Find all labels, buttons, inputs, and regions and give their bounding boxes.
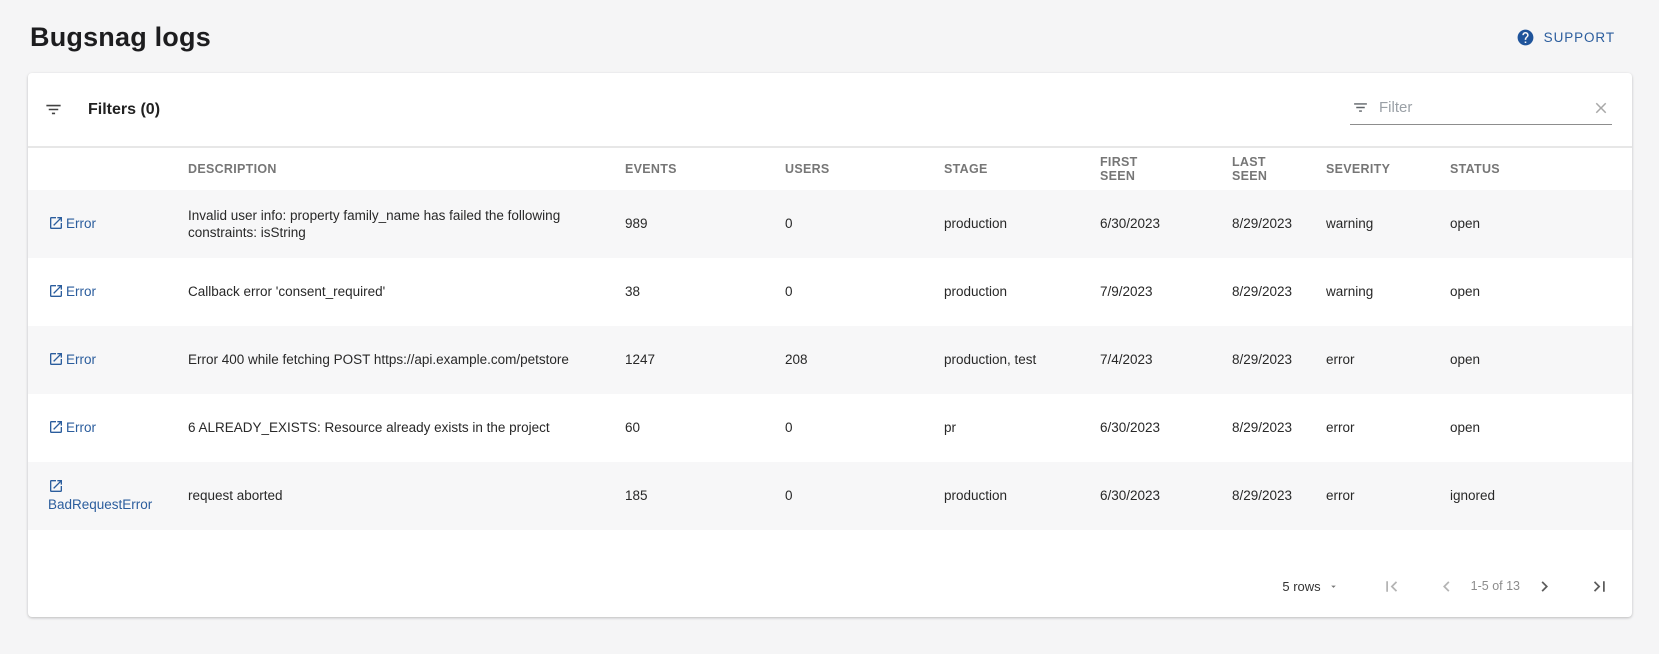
events-cell: 1247 [625,326,785,394]
table-row: BadRequestError request aborted 185 0 pr… [28,462,1632,530]
description-cell: 6 ALREADY_EXISTS: Resource already exist… [188,394,625,462]
column-header-link [28,148,188,190]
status-cell: open [1450,258,1632,326]
last-page-button[interactable] [1589,576,1610,597]
next-page-button[interactable] [1534,576,1555,597]
column-header-stage: STAGE [944,148,1100,190]
description-cell: Callback error 'consent_required' [188,258,625,326]
clear-filter-button[interactable] [1592,99,1610,117]
error-link[interactable]: Error [48,352,96,367]
first-seen-cell: 6/30/2023 [1100,462,1232,530]
severity-cell: warning [1326,190,1450,258]
help-icon [1516,28,1535,47]
filters-toggle[interactable]: Filters (0) [44,100,160,119]
open-in-new-icon [48,283,64,299]
first-seen-cell: 7/4/2023 [1100,326,1232,394]
first-seen-cell: 6/30/2023 [1100,190,1232,258]
status-cell: open [1450,394,1632,462]
stage-cell: pr [944,394,1100,462]
table-row: Error 6 ALREADY_EXISTS: Resource already… [28,394,1632,462]
card-toolbar: Filters (0) [28,73,1632,147]
filter-box [1350,95,1612,125]
column-header-users: USERS [785,148,944,190]
open-in-new-icon [48,419,64,435]
events-cell: 185 [625,462,785,530]
events-cell: 989 [625,190,785,258]
page-header: Bugsnag logs SUPPORT [0,0,1659,73]
pagination-bar: 5 rows 1-5 of 13 [28,530,1632,617]
column-header-status: STATUS [1450,148,1632,190]
column-header-severity: SEVERITY [1326,148,1450,190]
last-seen-cell: 8/29/2023 [1232,190,1326,258]
last-seen-cell: 8/29/2023 [1232,326,1326,394]
stage-cell: production [944,258,1100,326]
error-link[interactable]: Error [48,284,96,299]
description-cell: request aborted [188,462,625,530]
table-header-row: DESCRIPTION EVENTS USERS STAGE FIRST SEE… [28,148,1632,190]
description-cell: Error 400 while fetching POST https://ap… [188,326,625,394]
open-in-new-icon [48,351,64,367]
error-link[interactable]: BadRequestError [48,479,152,512]
column-header-description: DESCRIPTION [188,148,625,190]
rows-per-page-value: 5 rows [1282,579,1320,594]
status-cell: open [1450,326,1632,394]
stage-cell: production, test [944,326,1100,394]
error-link[interactable]: Error [48,216,96,231]
first-seen-cell: 7/9/2023 [1100,258,1232,326]
filter-list-icon [44,100,63,119]
severity-cell: error [1326,462,1450,530]
open-in-new-icon [48,215,64,231]
users-cell: 0 [785,190,944,258]
users-cell: 0 [785,394,944,462]
support-label: SUPPORT [1544,30,1615,45]
stage-cell: production [944,190,1100,258]
events-cell: 38 [625,258,785,326]
severity-cell: warning [1326,258,1450,326]
support-link[interactable]: SUPPORT [1516,28,1615,47]
severity-cell: error [1326,394,1450,462]
table-row: Error Invalid user info: property family… [28,190,1632,258]
filter-icon [1352,99,1369,116]
users-cell: 208 [785,326,944,394]
filters-label: Filters (0) [88,101,160,119]
dropdown-caret-icon [1328,581,1339,592]
page-title: Bugsnag logs [30,22,211,53]
column-header-first-seen: FIRST SEEN [1100,148,1232,190]
logs-card: Filters (0) DESCRIPTION EVENTS USERS STA [28,73,1632,617]
first-page-button[interactable] [1381,576,1402,597]
logs-table: DESCRIPTION EVENTS USERS STAGE FIRST SEE… [28,147,1632,530]
previous-page-button[interactable] [1436,576,1457,597]
column-header-events: EVENTS [625,148,785,190]
severity-cell: error [1326,326,1450,394]
filter-input[interactable] [1379,99,1582,116]
last-seen-cell: 8/29/2023 [1232,258,1326,326]
table-row: Error Callback error 'consent_required' … [28,258,1632,326]
last-seen-cell: 8/29/2023 [1232,394,1326,462]
stage-cell: production [944,462,1100,530]
open-in-new-icon [48,478,64,494]
column-header-last-seen: LAST SEEN [1232,148,1326,190]
first-seen-cell: 6/30/2023 [1100,394,1232,462]
pagination-range: 1-5 of 13 [1471,579,1520,593]
events-cell: 60 [625,394,785,462]
description-cell: Invalid user info: property family_name … [188,190,625,258]
users-cell: 0 [785,258,944,326]
error-link[interactable]: Error [48,420,96,435]
users-cell: 0 [785,462,944,530]
status-cell: ignored [1450,462,1632,530]
last-seen-cell: 8/29/2023 [1232,462,1326,530]
rows-per-page-select[interactable]: 5 rows [1282,579,1338,594]
table-row: Error Error 400 while fetching POST http… [28,326,1632,394]
status-cell: open [1450,190,1632,258]
